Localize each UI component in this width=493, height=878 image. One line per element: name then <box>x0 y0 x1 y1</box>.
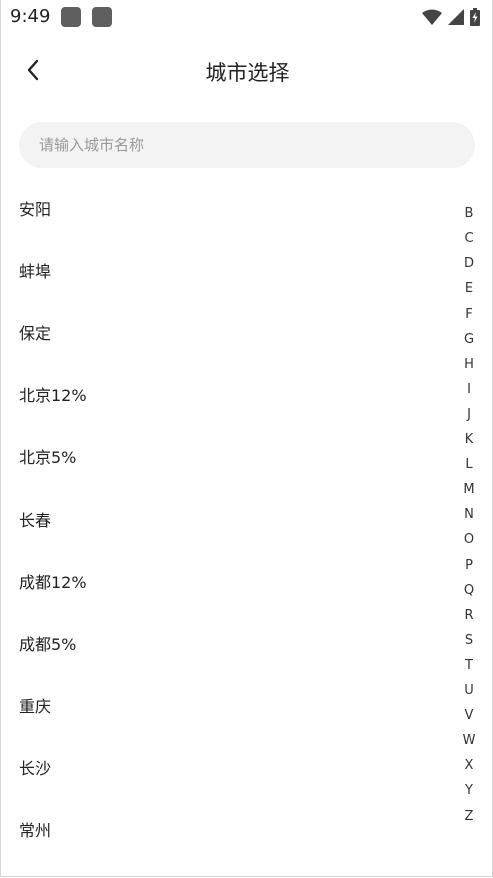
index-letter-label: G <box>463 331 475 347</box>
index-letter-g[interactable]: G <box>456 328 482 352</box>
index-letter-label: Q <box>463 582 475 598</box>
index-letter-o[interactable]: O <box>456 528 482 552</box>
index-letter-label: W <box>462 733 476 749</box>
index-letter-label: L <box>465 457 473 473</box>
city-list-item[interactable]: 北京5% <box>19 438 419 478</box>
header: 城市选择 <box>1 40 493 100</box>
notification-icon <box>61 7 81 27</box>
index-letter-r[interactable]: R <box>456 604 482 628</box>
index-letter-v[interactable]: V <box>456 704 482 728</box>
city-list-item[interactable]: 长春 <box>19 501 419 541</box>
index-letter-label: J <box>467 406 471 422</box>
city-list-item[interactable]: 安阳 <box>19 190 419 230</box>
index-letter-label: V <box>464 708 474 724</box>
index-letter-f[interactable]: F <box>456 303 482 327</box>
index-letter-label: U <box>464 683 474 698</box>
wifi-icon <box>422 9 442 25</box>
index-letter-d[interactable]: D <box>456 252 482 276</box>
index-letter-label: R <box>464 607 474 623</box>
index-letter-label: F <box>465 306 473 322</box>
city-list-item[interactable]: 长沙 <box>19 749 419 789</box>
index-letter-label: S <box>464 632 474 648</box>
cell-signal-icon <box>448 9 464 25</box>
index-letter-label: T <box>465 657 473 673</box>
index-letter-x[interactable]: X <box>456 754 482 778</box>
city-list-item[interactable]: 重庆 <box>19 687 419 727</box>
index-letter-label: C <box>464 231 474 247</box>
battery-icon <box>470 8 480 26</box>
search-input[interactable] <box>19 122 475 168</box>
index-letter-t[interactable]: T <box>456 654 482 678</box>
city-list-item[interactable]: 北京12% <box>19 376 419 416</box>
index-letter-b[interactable]: B <box>456 202 482 226</box>
index-letter-h[interactable]: H <box>456 353 482 377</box>
index-letter-label: H <box>464 356 474 372</box>
index-letter-label: Z <box>464 808 474 824</box>
index-letter-label: D <box>463 256 474 272</box>
notification-icon <box>92 7 112 27</box>
index-letter-label: E <box>464 281 474 297</box>
index-letter-label: A <box>464 181 474 196</box>
index-letter-s[interactable]: S <box>456 629 482 653</box>
index-letter-m[interactable]: M <box>456 478 482 502</box>
index-letter-e[interactable]: E <box>456 277 482 301</box>
index-letter-label: M <box>463 482 475 498</box>
index-letter-l[interactable]: L <box>456 453 482 477</box>
city-list-item[interactable]: 保定 <box>19 314 419 354</box>
index-letter-c[interactable]: C <box>456 227 482 251</box>
status-bar: 9:49 <box>1 0 493 34</box>
index-letter-p[interactable]: P <box>456 554 482 578</box>
city-list-item[interactable]: 蚌埠 <box>19 252 419 292</box>
index-letter-label: K <box>464 432 474 447</box>
index-letter-label: Y <box>465 783 473 799</box>
index-letter-label: O <box>463 532 475 548</box>
index-letter-u[interactable]: U <box>456 679 482 703</box>
index-letter-label: I <box>467 381 471 397</box>
index-letter-w[interactable]: W <box>456 729 482 753</box>
status-time: 9:49 <box>10 6 51 27</box>
system-icons <box>422 8 480 26</box>
index-letter-j[interactable]: J <box>456 403 482 427</box>
index-letter-label: P <box>465 557 473 573</box>
index-letter-n[interactable]: N <box>456 503 482 527</box>
city-list-item[interactable]: 常州 <box>19 811 419 851</box>
index-letter-a[interactable]: A <box>456 177 482 201</box>
index-letter-z[interactable]: Z <box>456 805 482 829</box>
index-letter-label: X <box>464 758 474 774</box>
page-title: 城市选择 <box>205 61 290 85</box>
index-letter-q[interactable]: Q <box>456 579 482 603</box>
index-letter-i[interactable]: I <box>456 378 482 402</box>
city-list-item[interactable]: 成都5% <box>19 625 419 665</box>
index-letter-k[interactable]: K <box>456 428 482 452</box>
app-frame: 9:49 城市选择 安阳蚌埠保定北京12%北京5%长春成都12%成都5%重庆长 <box>0 0 493 877</box>
city-list-item[interactable]: 成都12% <box>19 563 419 603</box>
index-letter-label: B <box>464 206 474 222</box>
index-letter-label: N <box>464 507 474 523</box>
index-letter-y[interactable]: Y <box>456 779 482 803</box>
